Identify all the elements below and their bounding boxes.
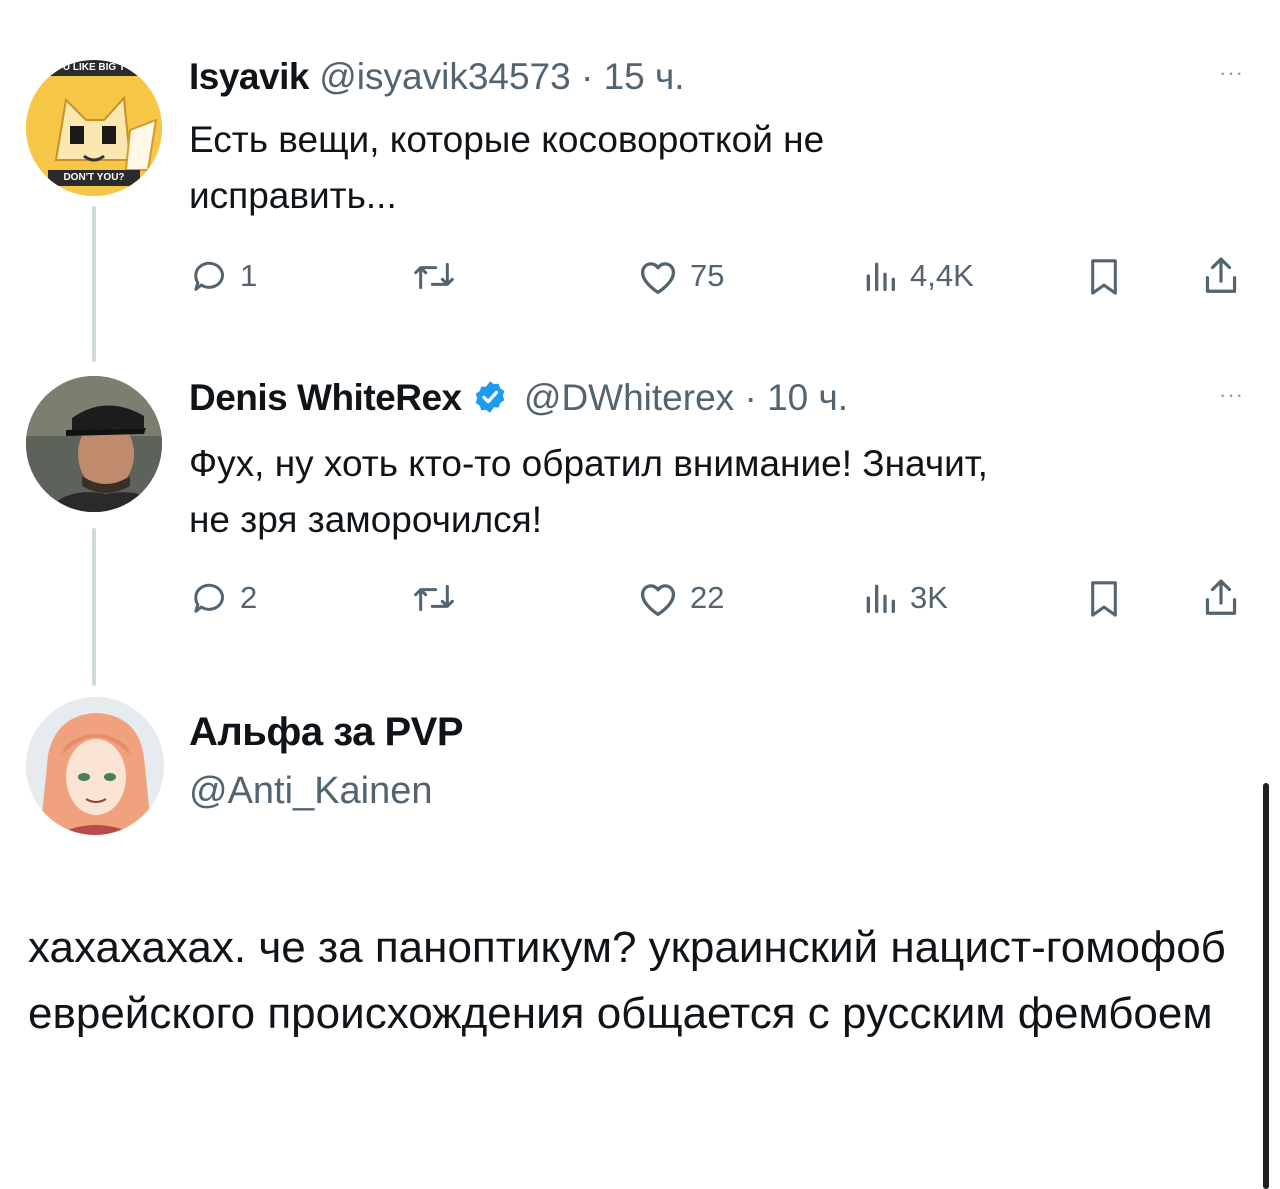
avatar-denis-whiterex[interactable] [26,376,162,512]
tweet-1-more-icon[interactable]: ··· [1219,60,1244,86]
bookmark-icon [1091,259,1117,295]
tweet-1-views-button[interactable]: 4,4K [860,256,974,296]
avatar-caption-bottom: DON'T YOU? [63,172,125,183]
tweet-1-retweet-button[interactable] [410,256,458,296]
tweet-2-separator: · [744,377,757,418]
thread-line-1 [92,206,96,362]
tweet-1-like-button[interactable]: 75 [636,256,724,296]
retweet-icon [414,584,454,612]
tweet-1-text-line-1: Есть вещи, которые косовороткой не [189,119,825,160]
like-icon [640,262,676,294]
tweet-1-reply-count: 1 [240,258,258,293]
tweet-2-view-count: 3K [910,580,948,615]
tweet-2-handle[interactable]: @DWhiterex [524,377,734,418]
reply-author-name[interactable]: Альфа за PVP [189,710,464,755]
tweet-1-time[interactable]: 15 ч. [604,56,685,97]
tweet-2-views-button[interactable]: 3K [860,578,948,618]
avatar-caption-top: U LIKE BIG T [62,62,126,73]
avatar-photo [26,376,162,512]
views-icon [866,262,895,291]
tweet-2-author-name[interactable]: Denis WhiteRex [189,377,462,418]
tweet-1-bookmark-button[interactable] [1084,256,1124,298]
reply-icon [194,261,224,291]
tweet-1-text: Есть вещи, которые косовороткой не испра… [189,112,824,224]
tweet-2-text-line-1: Фух, ну хоть кто-то обратил внимание! Зн… [189,443,988,484]
tweet-2-reply-button[interactable]: 2 [190,578,257,618]
tweet-1-like-count: 75 [690,258,725,293]
like-icon [640,584,676,616]
bookmark-icon [1091,581,1117,617]
avatar-anime-illustration [26,697,164,835]
verified-badge-icon [475,381,504,413]
avatar-alfa-za-pvp[interactable] [26,697,164,835]
reply-handle[interactable]: @Anti_Kainen [189,770,433,813]
tweet-2-header: Denis WhiteRex @DWhiterex · 10 ч. [189,376,848,420]
tweet-1-header: Isyavik @isyavik34573 · 15 ч. [189,55,685,99]
tweet-1-author-name[interactable]: Isyavik [189,56,309,97]
tweet-1-share-button[interactable] [1200,254,1242,298]
tweet-2-more-icon[interactable]: ··· [1219,382,1244,408]
thread-line-2 [92,528,96,686]
share-icon [1205,257,1237,293]
avatar-isyavik[interactable]: U LIKE BIG T DON'T YOU? [26,60,162,196]
reply-icon [194,583,224,613]
tweet-1-view-count: 4,4K [910,258,974,293]
tweet-2-like-count: 22 [690,580,725,615]
reply-text: хахахахах. че за паноптикум? украинский … [28,923,1226,1038]
tweet-2-like-button[interactable]: 22 [636,578,724,618]
tweet-2-retweet-button[interactable] [410,578,458,618]
tweet-2-bookmark-button[interactable] [1084,578,1124,620]
tweet-2-text-line-2: не зря заморочился! [189,499,542,540]
tweet-2-time[interactable]: 10 ч. [767,377,848,418]
share-icon [1205,579,1237,615]
tweet-1-separator: · [580,56,594,97]
tweet-2-reply-count: 2 [240,580,258,615]
tweet-2-text: Фух, ну хоть кто-то обратил внимание! Зн… [189,436,988,548]
tweet-1-text-line-2: исправить... [189,175,397,216]
tweet-2-share-button[interactable] [1200,576,1242,620]
tweet-1-reply-button[interactable]: 1 [190,256,257,296]
scrollbar[interactable] [1263,783,1269,1189]
tweet-1-handle[interactable]: @isyavik34573 [319,56,570,97]
views-icon [866,584,895,613]
retweet-icon [414,262,454,290]
